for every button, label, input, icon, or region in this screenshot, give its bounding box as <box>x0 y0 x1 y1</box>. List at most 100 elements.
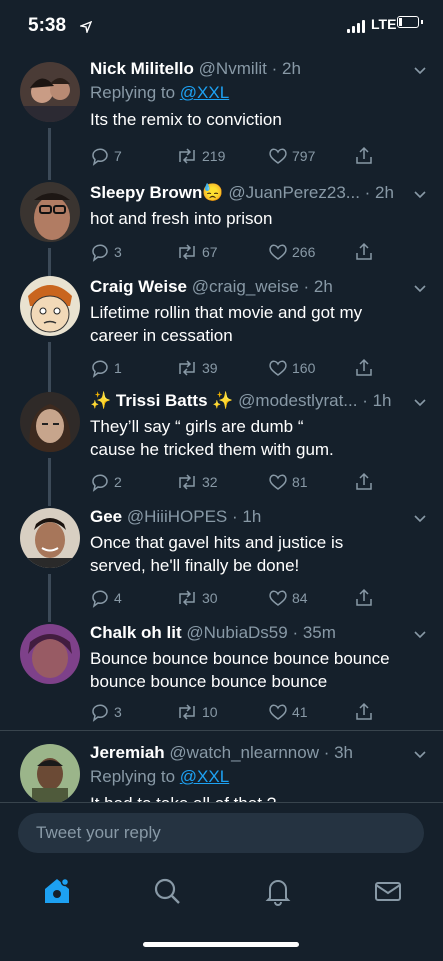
reply-button[interactable]: 1 <box>90 358 122 378</box>
tweet[interactable]: Nick Militello @Nvmilit · 2h Replying to… <box>0 58 443 180</box>
share-icon <box>356 702 372 720</box>
reply-button[interactable]: 4 <box>90 588 122 608</box>
retweet-button[interactable]: 219 <box>176 146 225 166</box>
display-name[interactable]: Chalk oh lit <box>90 623 182 642</box>
like-button[interactable]: 81 <box>268 472 308 492</box>
avatar[interactable] <box>20 624 80 684</box>
like-button[interactable]: 797 <box>268 146 315 166</box>
retweet-button[interactable]: 10 <box>176 702 218 722</box>
chevron-down-icon[interactable] <box>413 188 427 202</box>
display-name[interactable]: Gee <box>90 507 122 526</box>
username[interactable]: @NubiaDs59 <box>186 623 287 642</box>
reply-icon <box>92 590 108 608</box>
chevron-down-icon[interactable] <box>413 628 427 642</box>
tweet-time: 1h <box>242 507 262 526</box>
tweet-header: Gee @HiiiHOPES · 1h <box>90 507 262 526</box>
share-button[interactable] <box>354 358 378 378</box>
share-button[interactable] <box>354 588 378 608</box>
username[interactable]: @watch_nlearnnow <box>169 743 319 762</box>
display-name[interactable]: Nick Militello <box>90 59 194 78</box>
tweet-header: ✨ Trissi Batts ✨ @modestlyrat... · 1h <box>90 391 392 410</box>
tweet[interactable]: ✨ Trissi Batts ✨ @modestlyrat... · 1h Th… <box>0 390 443 506</box>
reply-icon <box>92 148 108 166</box>
chevron-down-icon[interactable] <box>413 748 427 762</box>
reply-mention-link[interactable]: @XXL <box>180 767 229 786</box>
search-icon[interactable] <box>151 875 183 907</box>
avatar[interactable] <box>20 276 80 336</box>
tweet-actions: 7 219 797 <box>90 146 390 166</box>
like-button[interactable]: 41 <box>268 702 308 722</box>
avatar[interactable] <box>20 744 80 802</box>
chevron-down-icon[interactable] <box>413 396 427 410</box>
share-icon <box>356 242 372 260</box>
chevron-down-icon[interactable] <box>413 64 427 78</box>
divider <box>0 730 443 731</box>
avatar[interactable] <box>20 182 80 242</box>
cell-signal-icon <box>347 20 367 33</box>
heart-icon <box>269 244 287 260</box>
share-button[interactable] <box>354 702 378 722</box>
tweet[interactable]: Gee @HiiiHOPES · 1h Once that gavel hits… <box>0 506 443 622</box>
reply-button[interactable]: 3 <box>90 242 122 262</box>
share-button[interactable] <box>354 146 378 166</box>
tweet[interactable]: Chalk oh lit @NubiaDs59 · 35m Bounce bou… <box>0 622 443 732</box>
thread-line <box>48 458 51 506</box>
username[interactable]: @HiiiHOPES <box>127 507 227 526</box>
location-arrow-icon <box>80 21 92 33</box>
username[interactable]: @Nvmilit <box>199 59 267 78</box>
reply-button[interactable]: 7 <box>90 146 122 166</box>
battery-icon <box>397 16 423 28</box>
thread-line <box>48 574 51 622</box>
heart-icon <box>269 590 287 606</box>
reply-mention-link[interactable]: @XXL <box>180 83 229 102</box>
home-icon[interactable] <box>41 875 73 907</box>
avatar[interactable] <box>20 508 80 568</box>
retweet-icon <box>179 360 195 376</box>
avatar[interactable] <box>20 392 80 452</box>
bell-icon[interactable] <box>262 875 294 907</box>
tweet-text: It had to take all of that ? <box>90 792 420 802</box>
username[interactable]: @modestlyrat... <box>238 391 357 410</box>
reply-count: 7 <box>114 148 122 164</box>
username[interactable]: @craig_weise <box>192 277 299 296</box>
tweet[interactable]: Jeremiah @watch_nlearnnow · 3h Replying … <box>0 742 443 802</box>
mail-icon[interactable] <box>372 875 404 907</box>
like-button[interactable]: 84 <box>268 588 308 608</box>
tweet-reply-input[interactable]: Tweet your reply <box>18 813 424 853</box>
home-indicator[interactable] <box>143 942 299 947</box>
display-name[interactable]: Jeremiah <box>90 743 165 762</box>
like-count: 160 <box>292 360 316 376</box>
retweet-button[interactable]: 30 <box>176 588 218 608</box>
reply-button[interactable]: 2 <box>90 472 122 492</box>
retweet-count: 30 <box>202 590 218 606</box>
display-name[interactable]: Sleepy Brown <box>90 183 202 202</box>
retweet-button[interactable]: 32 <box>176 472 218 492</box>
reply-icon <box>92 244 108 262</box>
display-name[interactable]: Craig Weise <box>90 277 187 296</box>
emoji: 😓 <box>202 183 224 202</box>
tweet[interactable]: Craig Weise @craig_weise · 2h Lifetime r… <box>0 276 443 392</box>
chevron-down-icon[interactable] <box>413 512 427 526</box>
like-button[interactable]: 266 <box>268 242 315 262</box>
tweet-time: 3h <box>334 743 354 762</box>
thread-line <box>48 128 51 180</box>
tweet-actions: 3 67 266 <box>90 242 390 262</box>
username[interactable]: @JuanPerez23... <box>228 183 360 202</box>
share-button[interactable] <box>354 242 378 262</box>
tweet-header: Craig Weise @craig_weise · 2h <box>90 277 333 296</box>
chevron-down-icon[interactable] <box>413 282 427 296</box>
share-button[interactable] <box>354 472 378 492</box>
like-button[interactable]: 160 <box>268 358 315 378</box>
display-name[interactable]: ✨ Trissi Batts ✨ <box>90 391 233 410</box>
heart-icon <box>269 704 287 720</box>
retweet-button[interactable]: 67 <box>176 242 218 262</box>
tweet-time: 2h <box>375 183 394 202</box>
tweet-text: Lifetime rollin that movie and got my ca… <box>90 303 363 345</box>
retweet-button[interactable]: 39 <box>176 358 218 378</box>
reply-thread[interactable]: Nick Militello @Nvmilit · 2h Replying to… <box>0 52 443 802</box>
tweet-header: Chalk oh lit @NubiaDs59 · 35m <box>90 623 336 642</box>
reply-count: 2 <box>114 474 122 490</box>
bottom-bar: Tweet your reply <box>0 802 443 961</box>
reply-button[interactable]: 3 <box>90 702 122 722</box>
avatar[interactable] <box>20 62 80 122</box>
